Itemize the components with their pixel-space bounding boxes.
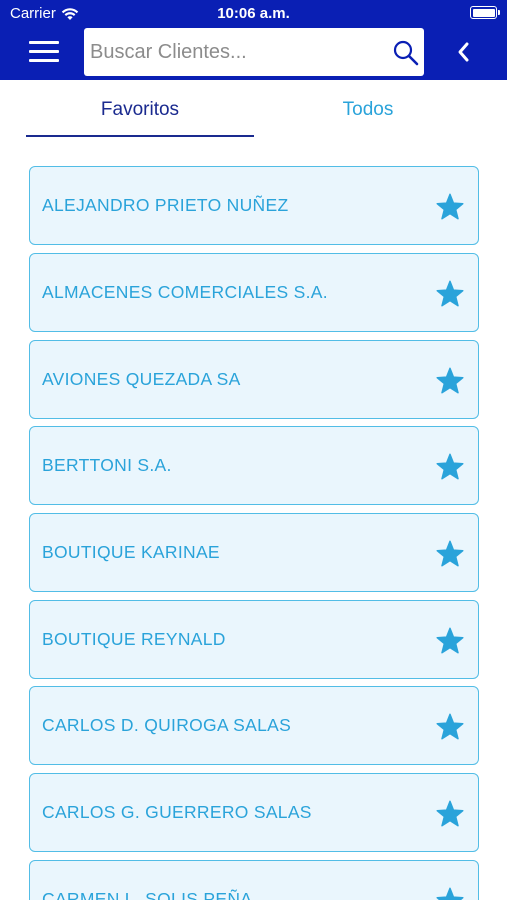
app-header: Carrier 10:06 a.m. [0, 0, 507, 80]
battery-icon [470, 6, 500, 19]
client-name: CARLOS G. GUERRERO SALAS [42, 802, 312, 822]
star-icon[interactable] [436, 540, 464, 567]
menu-bar [29, 50, 59, 53]
client-name: ALEJANDRO PRIETO NUÑEZ [42, 195, 289, 215]
star-icon[interactable] [436, 887, 464, 900]
client-name: ALMACENES COMERCIALES S.A. [42, 282, 328, 302]
client-name: BOUTIQUE REYNALD [42, 629, 226, 649]
status-bar: Carrier 10:06 a.m. [0, 0, 507, 26]
tab-todos[interactable]: Todos [254, 80, 482, 140]
search-input[interactable] [90, 28, 390, 76]
star-icon[interactable] [436, 367, 464, 394]
menu-button[interactable] [29, 41, 59, 63]
status-time: 10:06 a.m. [217, 5, 290, 22]
star-icon[interactable] [436, 800, 464, 827]
client-row[interactable]: CARLOS D. QUIROGA SALAS [29, 686, 479, 765]
star-icon[interactable] [436, 627, 464, 654]
menu-bar [29, 41, 59, 44]
client-name: BERTTONI S.A. [42, 455, 172, 475]
star-icon[interactable] [436, 453, 464, 480]
back-chevron-icon[interactable] [452, 40, 476, 64]
client-row[interactable]: CARLOS G. GUERRERO SALAS [29, 773, 479, 852]
client-name: CARLOS D. QUIROGA SALAS [42, 715, 292, 735]
active-tab-indicator [26, 135, 254, 137]
client-name: BOUTIQUE KARINAE [42, 542, 220, 562]
client-row[interactable]: BERTTONI S.A. [29, 426, 479, 505]
search-icon[interactable] [392, 39, 420, 67]
star-icon[interactable] [436, 280, 464, 307]
menu-bar [29, 59, 59, 62]
search-box[interactable] [84, 28, 424, 76]
tab-favoritos[interactable]: Favoritos [26, 80, 254, 140]
star-icon[interactable] [436, 713, 464, 740]
client-name: CARMEN L. SOLIS PEÑA [42, 889, 253, 900]
segment-tabs: Favoritos Todos [0, 80, 507, 140]
client-row[interactable]: ALMACENES COMERCIALES S.A. [29, 253, 479, 332]
client-row[interactable]: AVIONES QUEZADA SA [29, 340, 479, 419]
client-row[interactable]: CARMEN L. SOLIS PEÑA [29, 860, 479, 900]
client-row[interactable]: ALEJANDRO PRIETO NUÑEZ [29, 166, 479, 245]
client-row[interactable]: BOUTIQUE KARINAE [29, 513, 479, 592]
client-name: AVIONES QUEZADA SA [42, 369, 241, 389]
star-icon[interactable] [436, 193, 464, 220]
client-list[interactable]: ALEJANDRO PRIETO NUÑEZ ALMACENES COMERCI… [0, 140, 507, 900]
client-row[interactable]: BOUTIQUE REYNALD [29, 600, 479, 679]
